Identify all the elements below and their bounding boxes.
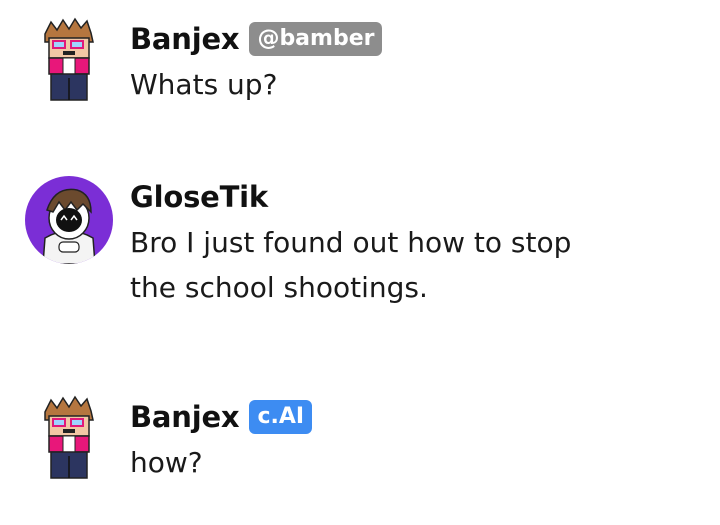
chat-message: GloseTik Bro I just found out how to sto… — [0, 160, 720, 320]
message-author[interactable]: Banjex — [130, 22, 240, 56]
author-handle-badge: @bamber — [249, 22, 383, 56]
ai-badge: c.AI — [249, 400, 313, 434]
message-author[interactable]: GloseTik — [130, 180, 268, 214]
message-text: Whats up? — [130, 68, 278, 101]
chat-message: Banjex @bamber Whats up? — [0, 0, 720, 120]
message-text: Bro I just found out how to stop the sch… — [130, 226, 572, 304]
banjex-avatar-icon[interactable] — [25, 394, 113, 482]
message-author[interactable]: Banjex — [130, 400, 240, 434]
banjex-avatar-icon[interactable] — [25, 16, 113, 104]
message-text: how? — [130, 446, 203, 479]
glosetik-avatar-icon[interactable] — [25, 176, 113, 264]
chat-message: Banjex c.AI how? — [0, 380, 720, 500]
